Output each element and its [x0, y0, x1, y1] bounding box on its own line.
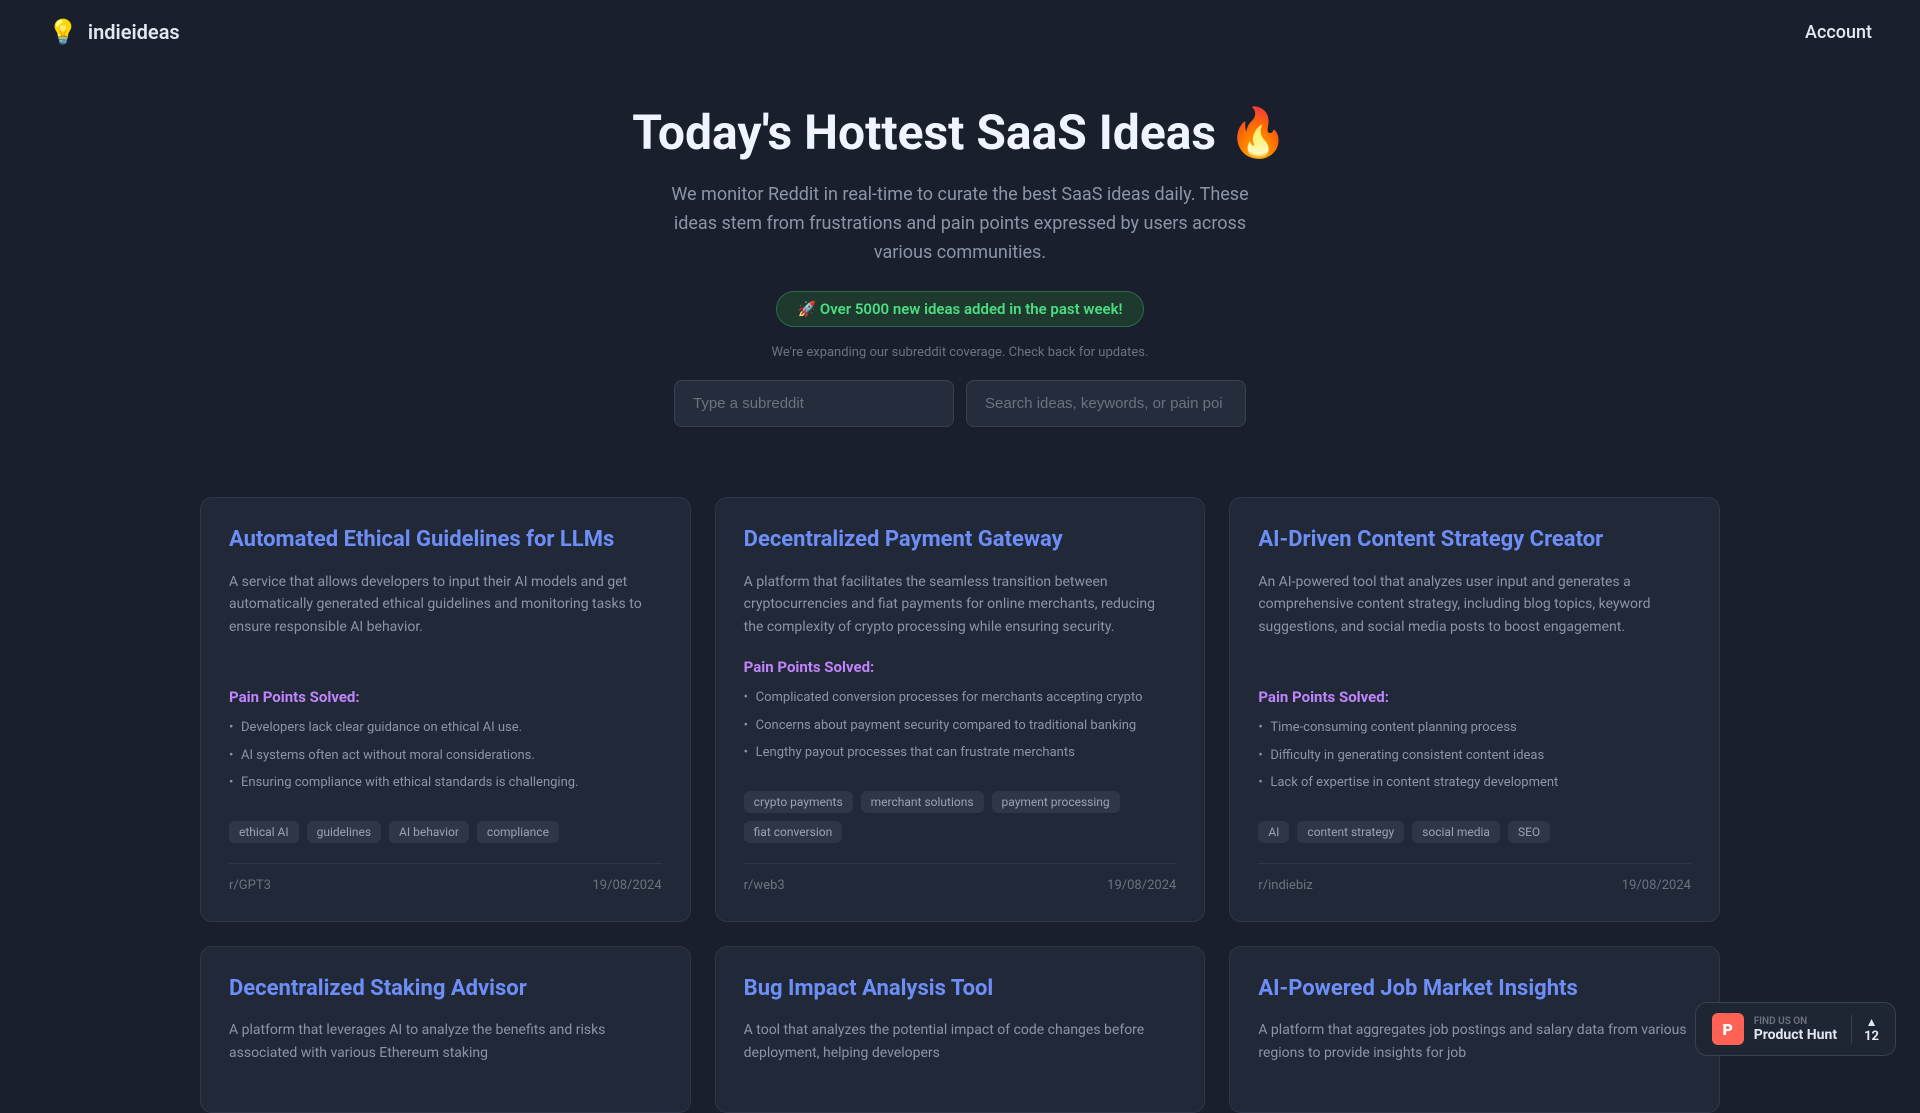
tag: ethical AI — [229, 821, 299, 843]
tag: AI — [1258, 821, 1289, 843]
pain-points-list: Developers lack clear guidance on ethica… — [229, 718, 662, 801]
ph-arrow-icon: ▲ — [1866, 1015, 1878, 1029]
ph-name: Product Hunt — [1754, 1027, 1837, 1043]
pain-point-item: AI systems often act without moral consi… — [229, 746, 662, 766]
card-footer: r/web3 19/08/2024 — [744, 863, 1177, 893]
logo[interactable]: 💡 indieideas — [48, 18, 180, 46]
promo-badge: 🚀 Over 5000 new ideas added in the past … — [776, 291, 1143, 327]
card-item: Decentralized Payment Gateway A platform… — [715, 497, 1206, 921]
pain-point-item: Time-consuming content planning process — [1258, 718, 1691, 738]
card-title: AI-Powered Job Market Insights — [1258, 975, 1691, 1004]
tag: merchant solutions — [861, 791, 984, 813]
logo-text: indieideas — [88, 20, 180, 44]
ph-logo-icon: P — [1712, 1013, 1744, 1045]
tag: content strategy — [1297, 821, 1404, 843]
pain-point-item: Difficulty in generating consistent cont… — [1258, 746, 1691, 766]
pain-point-item: Lack of expertise in content strategy de… — [1258, 773, 1691, 793]
ph-count-block: ▲ 12 — [1851, 1015, 1879, 1044]
cards-grid: Automated Ethical Guidelines for LLMs A … — [200, 497, 1720, 1113]
tag: fiat conversion — [744, 821, 843, 843]
pain-point-item: Concerns about payment security compared… — [744, 716, 1177, 736]
pain-points-list: Time-consuming content planning process D… — [1258, 718, 1691, 801]
pain-point-item: Ensuring compliance with ethical standar… — [229, 773, 662, 793]
hero-section: Today's Hottest SaaS Ideas 🔥 We monitor … — [0, 64, 1920, 467]
card-title: AI-Driven Content Strategy Creator — [1258, 526, 1691, 555]
ph-text-block: FIND US ON Product Hunt — [1754, 1016, 1837, 1043]
search-input[interactable] — [966, 380, 1246, 427]
pain-points-title: Pain Points Solved: — [229, 688, 662, 706]
pain-points-title: Pain Points Solved: — [1258, 688, 1691, 706]
card-item: Bug Impact Analysis Tool A tool that ana… — [715, 946, 1206, 1113]
card-title: Bug Impact Analysis Tool — [744, 975, 1177, 1004]
card-item: AI-Powered Job Market Insights A platfor… — [1229, 946, 1720, 1113]
card-description: A tool that analyzes the potential impac… — [744, 1019, 1177, 1064]
hero-title: Today's Hottest SaaS Ideas 🔥 — [20, 104, 1900, 161]
card-description: An AI-powered tool that analyzes user in… — [1258, 571, 1691, 668]
card-date: 19/08/2024 — [592, 878, 661, 893]
tags-row: ethical AI guidelines AI behavior complianc… — [229, 821, 662, 843]
card-subreddit: r/GPT3 — [229, 878, 271, 893]
card-item: Decentralized Staking Advisor A platform… — [200, 946, 691, 1113]
tag: AI behavior — [389, 821, 469, 843]
ph-count: 12 — [1864, 1029, 1879, 1044]
pain-point-item: Complicated conversion processes for mer… — [744, 688, 1177, 708]
pain-point-item: Developers lack clear guidance on ethica… — [229, 718, 662, 738]
pain-point-item: Lengthy payout processes that can frustr… — [744, 743, 1177, 763]
subreddit-input[interactable] — [674, 380, 954, 427]
pain-points-title: Pain Points Solved: — [744, 658, 1177, 676]
search-row — [20, 380, 1900, 427]
tag: SEO — [1508, 821, 1550, 843]
ph-find-us: FIND US ON — [1754, 1016, 1837, 1027]
card-footer: r/GPT3 19/08/2024 — [229, 863, 662, 893]
card-title: Decentralized Payment Gateway — [744, 526, 1177, 555]
cards-section: Automated Ethical Guidelines for LLMs A … — [160, 497, 1760, 1113]
pain-points-list: Complicated conversion processes for mer… — [744, 688, 1177, 771]
promo-text: 🚀 Over 5000 new ideas added in the past … — [797, 300, 1122, 318]
tags-row: AI content strategy social media SEO — [1258, 821, 1691, 843]
subreddit-notice: We're expanding our subreddit coverage. … — [20, 345, 1900, 360]
card-description: A platform that facilitates the seamless… — [744, 571, 1177, 638]
card-item: AI-Driven Content Strategy Creator An AI… — [1229, 497, 1720, 921]
tag: guidelines — [307, 821, 381, 843]
card-description: A platform that aggregates job postings … — [1258, 1019, 1691, 1064]
card-date: 19/08/2024 — [1107, 878, 1176, 893]
hero-description: We monitor Reddit in real-time to curate… — [650, 181, 1270, 267]
card-subreddit: r/indiebiz — [1258, 878, 1312, 893]
card-footer: r/indiebiz 19/08/2024 — [1258, 863, 1691, 893]
card-date: 19/08/2024 — [1622, 878, 1691, 893]
tag: crypto payments — [744, 791, 853, 813]
logo-icon: 💡 — [48, 18, 78, 46]
tag: compliance — [477, 821, 559, 843]
tag: social media — [1412, 821, 1500, 843]
card-subreddit: r/web3 — [744, 878, 785, 893]
tag: payment processing — [992, 791, 1120, 813]
card-description: A platform that leverages AI to analyze … — [229, 1019, 662, 1064]
card-title: Decentralized Staking Advisor — [229, 975, 662, 1004]
card-title: Automated Ethical Guidelines for LLMs — [229, 526, 662, 555]
account-link[interactable]: Account — [1805, 22, 1872, 43]
tags-row: crypto payments merchant solutions payment… — [744, 791, 1177, 843]
product-hunt-badge[interactable]: P FIND US ON Product Hunt ▲ 12 — [1695, 1002, 1896, 1056]
card-description: A service that allows developers to inpu… — [229, 571, 662, 668]
card-item: Automated Ethical Guidelines for LLMs A … — [200, 497, 691, 921]
